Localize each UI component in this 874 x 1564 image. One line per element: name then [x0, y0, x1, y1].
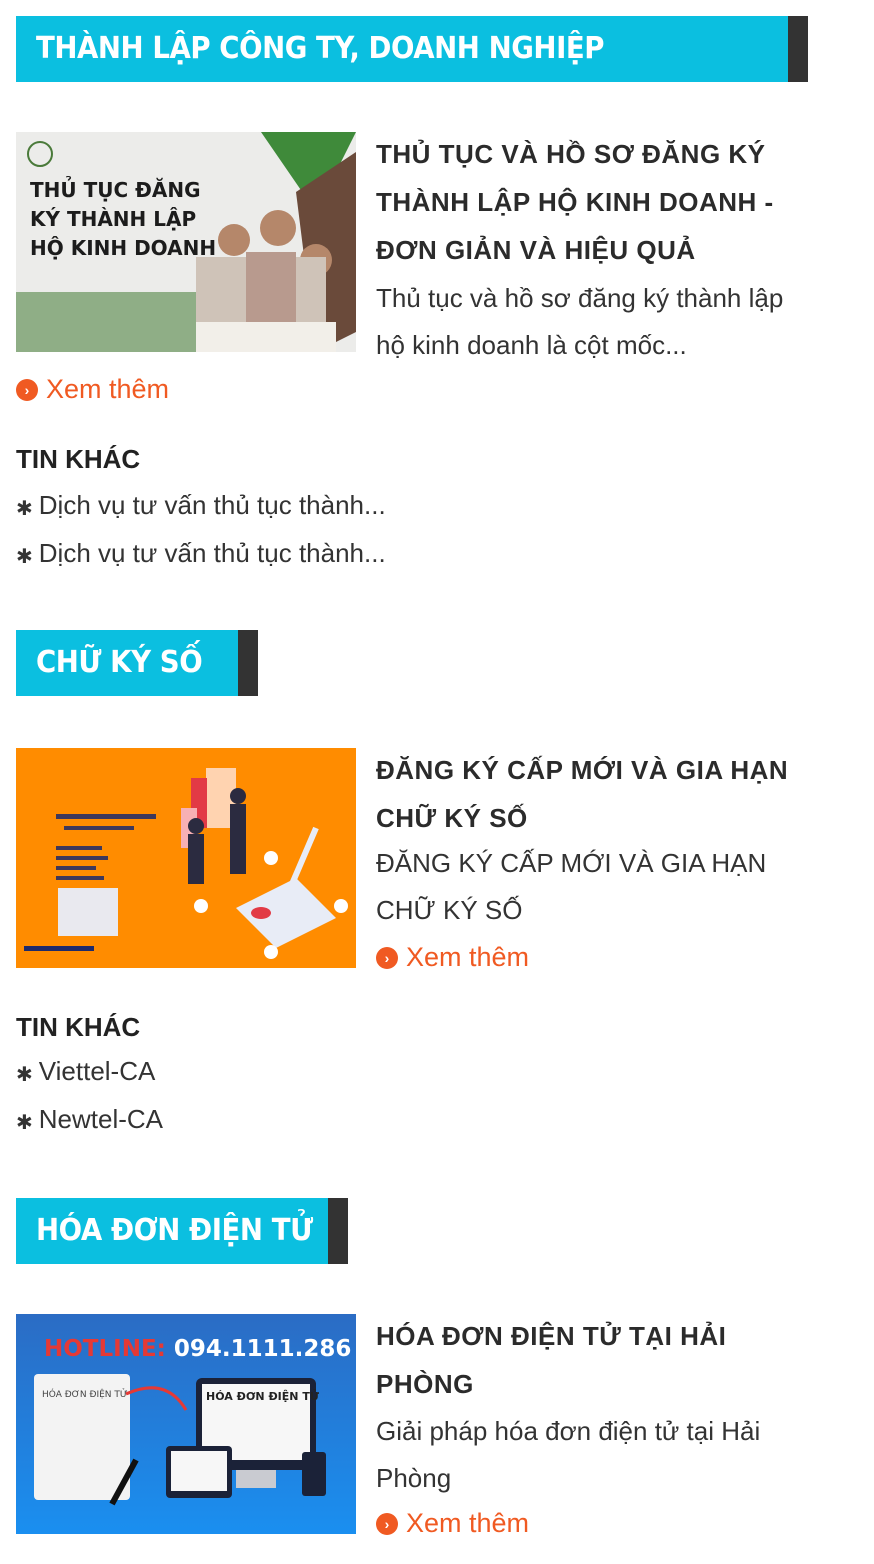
- article-description: Giải pháp hóa đơn điện tử tại Hải Phòng: [376, 1416, 761, 1493]
- asterisk-bullet-icon: ✱: [16, 1064, 33, 1086]
- read-more-link[interactable]: › Xem thêm: [376, 1508, 529, 1539]
- section-header-chu-ky-so[interactable]: CHỮ KÝ SỐ: [16, 630, 258, 696]
- other-news-heading: TIN KHÁC: [16, 1012, 141, 1042]
- other-news-item[interactable]: ✱ Dịch vụ tư vấn thủ tục thành...: [16, 538, 386, 569]
- chevron-circle-right-icon: ›: [16, 378, 38, 401]
- thumbnail-paper-label: HÓA ĐƠN ĐIỆN TỬ: [42, 1390, 128, 1400]
- read-more-link[interactable]: › Xem thêm: [16, 374, 169, 405]
- read-more-link[interactable]: › Xem thêm: [376, 942, 529, 973]
- chevron-circle-right-icon: ›: [376, 1512, 398, 1535]
- asterisk-bullet-icon: ✱: [16, 498, 33, 520]
- article-title[interactable]: THỦ TỤC VÀ HỒ SƠ ĐĂNG KÝ THÀNH LẬP HỘ KI…: [376, 130, 836, 274]
- asterisk-bullet-icon: ✱: [16, 1112, 33, 1134]
- section-header-accent: [238, 630, 258, 696]
- thumbnail-image: [16, 748, 356, 968]
- chevron-circle-right-icon: ›: [376, 946, 398, 969]
- section-title: CHỮ KÝ SỐ: [36, 645, 203, 680]
- other-news-item[interactable]: ✱ Dịch vụ tư vấn thủ tục thành...: [16, 490, 386, 521]
- section-header-accent: [788, 16, 808, 82]
- section-header-accent: [328, 1198, 348, 1264]
- article-description: Thủ tục và hồ sơ đăng ký thành lập hộ ki…: [376, 283, 784, 360]
- other-news-item[interactable]: ✱ Viettel-CA: [16, 1056, 155, 1087]
- section-title: THÀNH LẬP CÔNG TY, DOANH NGHIỆP: [36, 31, 605, 66]
- article-thumbnail[interactable]: THỦ TỤC ĐĂNG KÝ THÀNH LẬP HỘ KINH DOANH: [16, 132, 356, 352]
- section-title: HÓA ĐƠN ĐIỆN TỬ: [36, 1213, 313, 1248]
- other-news-heading: TIN KHÁC: [16, 444, 141, 474]
- article-description: ĐĂNG KÝ CẤP MỚI VÀ GIA HẠN CHỮ KÝ SỐ: [376, 848, 767, 925]
- article-thumbnail[interactable]: HOTLINE: 094.1111.286 HÓA ĐƠN ĐIỆN TỬ HÓ…: [16, 1314, 356, 1534]
- article-title[interactable]: ĐĂNG KÝ CẤP MỚI VÀ GIA HẠN CHỮ KÝ SỐ: [376, 746, 836, 842]
- asterisk-bullet-icon: ✱: [16, 546, 33, 568]
- thumbnail-caption: THỦ TỤC ĐĂNG KÝ THÀNH LẬP HỘ KINH DOANH: [30, 178, 217, 260]
- section-header-thanh-lap[interactable]: THÀNH LẬP CÔNG TY, DOANH NGHIỆP: [16, 16, 808, 82]
- section-header-hoa-don[interactable]: HÓA ĐƠN ĐIỆN TỬ: [16, 1198, 348, 1264]
- thumbnail-hotline: HOTLINE: 094.1111.286: [44, 1336, 352, 1362]
- article-thumbnail[interactable]: [16, 748, 356, 968]
- other-news-item[interactable]: ✱ Newtel-CA: [16, 1104, 163, 1135]
- article-title[interactable]: HÓA ĐƠN ĐIỆN TỬ TẠI HẢI PHÒNG: [376, 1312, 836, 1408]
- thumbnail-screen-label: HÓA ĐƠN ĐIỆN TỬ: [206, 1390, 320, 1403]
